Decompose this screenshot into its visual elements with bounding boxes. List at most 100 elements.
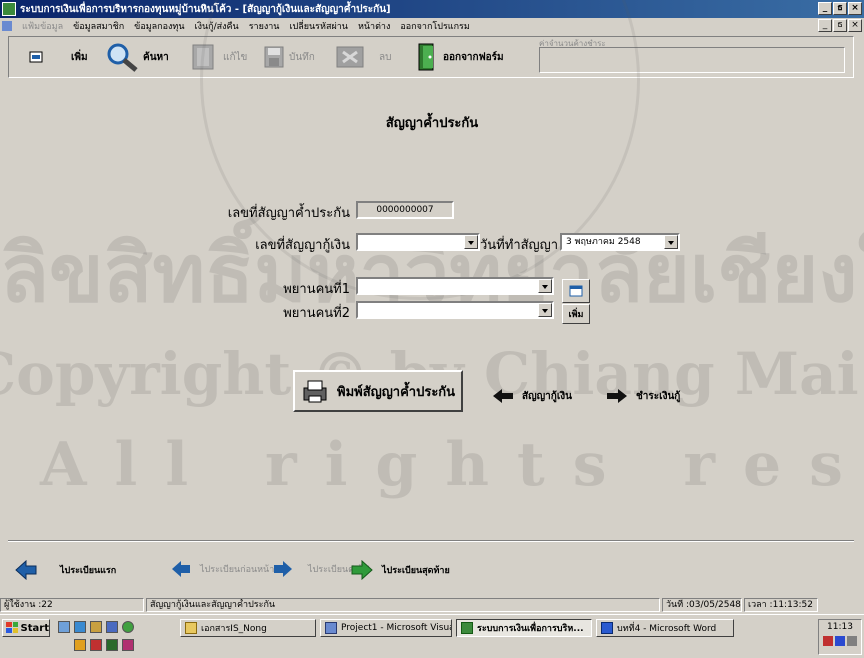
language-icon[interactable] <box>835 636 845 646</box>
quicklaunch-explorer-icon[interactable] <box>90 621 102 633</box>
windows-logo-icon <box>6 622 18 633</box>
search-button-label: ค้นหา <box>143 51 169 63</box>
toolbar-record-button[interactable] <box>29 41 43 73</box>
title-bar[interactable]: ระบบการเงินเพื่อการบริหารกองทุนหมู่บ้านห… <box>0 0 864 18</box>
loan-number-dropdown-arrow[interactable] <box>464 235 478 249</box>
form-heading: สัญญาค้ำประกัน <box>385 116 479 131</box>
loan-payment-link-label: ชำระเงินกู้ <box>636 390 681 402</box>
quicklaunch-app1-icon[interactable] <box>74 639 86 651</box>
task-finance-app[interactable]: ระบบการเงินเพื่อการบริห... <box>456 619 592 637</box>
witness2-label: พยานคนที่2 <box>283 306 350 321</box>
menu-fund[interactable]: ข้อมูลกองทุน <box>134 19 184 33</box>
finance-app-icon <box>461 622 473 634</box>
status-time: เวลา :11:13:52 <box>744 598 818 612</box>
search-button[interactable]: ค้นหา <box>105 41 169 73</box>
visual-basic-icon <box>325 622 337 634</box>
add-witness-button[interactable]: เพิ่ม <box>562 304 590 324</box>
menu-members[interactable]: ข้อมูลสมาชิก <box>73 19 124 33</box>
minimize-button[interactable]: _ <box>818 2 832 15</box>
tray-icons <box>819 636 861 646</box>
task-word[interactable]: บทที่4 - Microsoft Word <box>596 619 734 637</box>
menu-loans[interactable]: เงินกู้/ส่งคืน <box>195 19 239 33</box>
quicklaunch-desktop-icon[interactable] <box>58 621 70 633</box>
quicklaunch-media-icon[interactable] <box>122 621 134 633</box>
add-button-label: เพิ่ม <box>71 51 88 63</box>
edit-button[interactable]: แก้ไข <box>189 41 247 73</box>
contract-date-picker[interactable]: 3 พฤษภาคม 2548 <box>560 233 680 251</box>
system-tray: 11:13 <box>818 619 862 655</box>
loan-contract-link[interactable]: สัญญากู้เงิน <box>492 388 572 404</box>
status-date: วันที่ :03/05/2548 <box>662 598 742 612</box>
last-record-button[interactable]: ไประเบียนสุดท้าย <box>350 560 450 580</box>
first-record-button[interactable]: ไประเบียนแรก <box>14 560 116 580</box>
arrow-last-icon <box>351 560 373 580</box>
volume-icon[interactable] <box>847 636 857 646</box>
task-finance-app-label: ระบบการเงินเพื่อการบริห... <box>477 624 584 634</box>
exit-door-icon <box>418 43 434 71</box>
antivirus-icon[interactable] <box>823 636 833 646</box>
quicklaunch-app2-icon[interactable] <box>90 639 102 651</box>
application-window: ระบบการเงินเพื่อการบริหารกองทุนหมู่บ้านห… <box>0 0 864 658</box>
record-icon <box>29 51 43 63</box>
menu-change-password[interactable]: เปลี่ยนรหัสผ่าน <box>289 19 347 33</box>
delete-button[interactable]: ลบ <box>335 41 391 73</box>
child-window-controls: _ ธ × <box>818 19 862 32</box>
save-button[interactable]: บันทึก <box>263 41 315 73</box>
contract-date-label: วันที่ทำสัญญา <box>480 238 559 253</box>
contract-date-dropdown-arrow[interactable] <box>664 235 678 249</box>
quicklaunch-excel-icon[interactable] <box>106 639 118 651</box>
quicklaunch-browser-icon[interactable] <box>74 621 86 633</box>
witness-lookup-button[interactable] <box>562 279 590 303</box>
record-navigation: ไประเบียนแรก ไประเบียนก่อนหน้า ไประเบียน… <box>0 556 864 586</box>
loan-number-dropdown[interactable] <box>356 233 480 251</box>
menu-bar: แฟ้มข้อมูล ข้อมูลสมาชิก ข้อมูลกองทุน เงิ… <box>0 18 864 34</box>
menu-window[interactable]: หน้าต่าง <box>358 19 390 33</box>
child-close-button[interactable]: × <box>848 19 862 32</box>
loan-payment-link[interactable]: ชำระเงินกู้ <box>606 388 680 404</box>
status-form-name: สัญญากู้เงินและสัญญาค้ำประกัน <box>146 598 660 612</box>
delete-icon <box>336 46 364 68</box>
menu-exit-program[interactable]: ออกจากโปรแกรม <box>400 19 469 33</box>
window-title: ระบบการเงินเพื่อการบริหารกองทุนหมู่บ้านห… <box>20 3 391 15</box>
arrow-first-icon <box>15 560 37 580</box>
task-folder[interactable]: เอกสารIS_Nong <box>180 619 316 637</box>
quicklaunch-save-icon[interactable] <box>106 621 118 633</box>
child-restore-button[interactable]: ธ <box>833 19 847 32</box>
printer-icon <box>303 380 327 403</box>
quicklaunch-app3-icon[interactable] <box>122 639 134 651</box>
menu-reports[interactable]: รายงาน <box>249 19 280 33</box>
exit-form-button[interactable]: ออกจากฟอร์ม <box>417 41 504 73</box>
witness2-dropdown[interactable] <box>356 301 554 319</box>
status-bar: ผู้ใช้งาน :22 สัญญากู้เงินและสัญญาค้ำประ… <box>0 597 864 613</box>
first-record-label: ไประเบียนแรก <box>60 566 117 576</box>
witness2-dropdown-arrow[interactable] <box>538 303 552 317</box>
save-button-label: บันทึก <box>289 51 315 63</box>
folder-icon <box>185 622 197 634</box>
loan-contract-link-label: สัญญากู้เงิน <box>522 390 572 402</box>
child-minimize-button[interactable]: _ <box>818 19 832 32</box>
status-user: ผู้ใช้งาน :22 <box>0 598 144 612</box>
previous-record-button[interactable]: ไประเบียนก่อนหน้า <box>170 560 274 578</box>
status-panel <box>539 47 845 73</box>
task-visual-basic[interactable]: Project1 - Microsoft Visual... <box>320 619 452 637</box>
task-word-label: บทที่4 - Microsoft Word <box>617 624 717 634</box>
witness1-dropdown-arrow[interactable] <box>538 279 552 293</box>
print-guarantee-button[interactable]: พิมพ์สัญญาค้ำประกัน <box>293 370 463 412</box>
arrow-previous-icon <box>172 561 190 577</box>
toolbar: เพิ่ม ค้นหา แก้ไข บันทึก ลบ ออกจากฟอร์ม … <box>8 36 854 78</box>
witness1-dropdown[interactable] <box>356 277 554 295</box>
menu-file[interactable]: แฟ้มข้อมูล <box>22 19 63 33</box>
start-label: Start <box>20 622 49 634</box>
start-button[interactable]: Start <box>2 619 50 637</box>
restore-button[interactable]: ธ <box>833 2 847 15</box>
close-button[interactable]: × <box>848 2 862 15</box>
add-button[interactable]: เพิ่ม <box>71 41 88 73</box>
last-record-label: ไประเบียนสุดท้าย <box>382 566 450 576</box>
window-icon <box>569 285 583 297</box>
app-icon <box>2 2 16 16</box>
guarantee-number-field: 0000000007 <box>356 201 454 219</box>
document-icon[interactable] <box>2 21 12 31</box>
clock[interactable]: 11:13 <box>819 620 861 634</box>
word-icon <box>601 622 613 634</box>
taskbar: Start เอกสารIS_Nong Project1 - Microsoft… <box>0 614 864 658</box>
